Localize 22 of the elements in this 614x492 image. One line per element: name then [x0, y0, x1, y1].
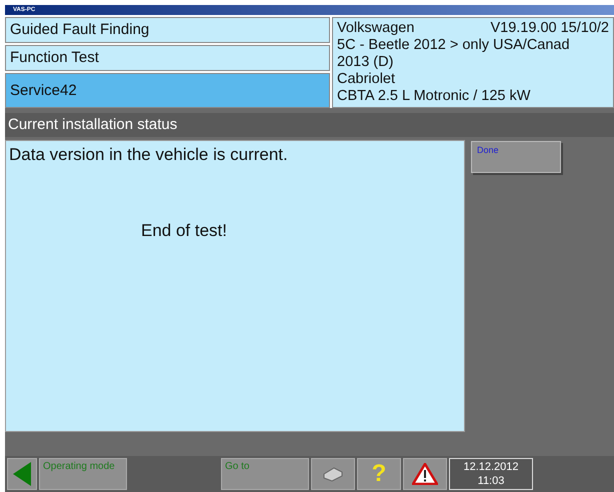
operating-mode-button[interactable]: Operating mode: [39, 458, 127, 490]
vehicle-info-line: 5C - Beetle 2012 > only USA/Canad: [337, 37, 570, 53]
back-arrow-icon: [13, 462, 31, 486]
navigation-item[interactable]: Guided Fault Finding: [5, 17, 330, 43]
navigation-item[interactable]: Function Test: [5, 45, 330, 71]
go-to-button[interactable]: Go to: [221, 458, 309, 490]
back-button[interactable]: [7, 458, 37, 490]
done-button[interactable]: Done: [471, 141, 561, 173]
vehicle-info-line: CBTA 2.5 L Motronic / 125 kW: [337, 88, 530, 104]
vehicle-info-line: 2013 (D): [337, 54, 394, 70]
brand-label: Volkswagen: [337, 20, 414, 37]
warning-icon: [412, 463, 438, 485]
navigation-item[interactable]: Service42: [5, 73, 330, 108]
section-header: Current installation status: [5, 113, 614, 137]
vehicle-info-line: Cabriolet: [337, 71, 396, 87]
version-label: V19.19.00 15/10/2: [490, 20, 609, 37]
print-button[interactable]: [311, 458, 355, 490]
status-message: Data version in the vehicle is current.: [9, 145, 288, 165]
help-button[interactable]: ?: [357, 458, 401, 490]
result-message: End of test!: [141, 221, 227, 241]
warning-button[interactable]: [403, 458, 447, 490]
date-time-display: 12.12.2012 11:03: [449, 458, 533, 490]
